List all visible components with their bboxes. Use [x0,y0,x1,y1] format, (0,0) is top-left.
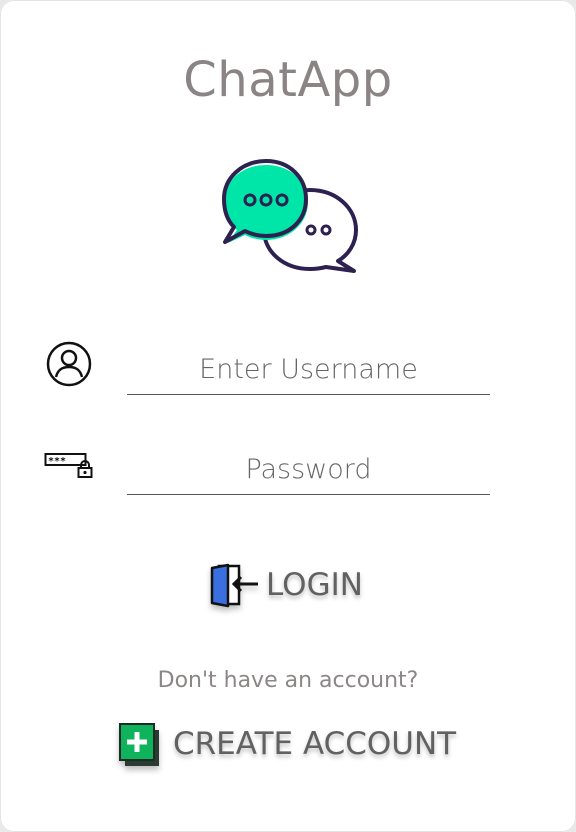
signup-prompt: Don't have an account? [157,668,419,693]
username-input[interactable] [127,344,490,395]
add-square-icon [119,723,159,766]
create-account-button-label: CREATE ACCOUNT [173,726,457,762]
login-window: ChatApp *** LOGIN [0,0,576,832]
create-account-button[interactable]: CREATE ACCOUNT [117,718,456,770]
login-button-label: LOGIN [266,567,363,603]
app-title: ChatApp [183,52,393,108]
login-button[interactable]: LOGIN [208,560,363,610]
password-lock-icon: *** [44,453,93,478]
password-input[interactable] [127,444,490,495]
svg-text:***: *** [48,456,66,467]
user-icon [46,341,92,387]
door-login-icon [210,563,258,608]
chat-bubbles-icon [222,159,358,273]
